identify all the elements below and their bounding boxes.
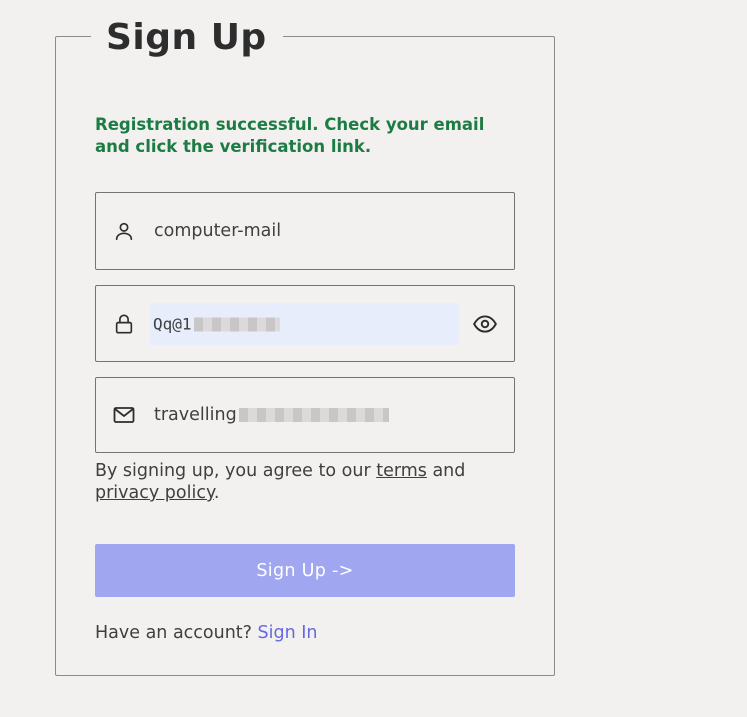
password-value: Qq@1 [153, 314, 280, 333]
email-value: travelling [154, 405, 389, 425]
sign-up-button[interactable]: Sign Up -> [95, 544, 515, 597]
password-field[interactable]: Qq@1 [95, 285, 515, 362]
redacted-blur [193, 317, 280, 332]
user-icon [112, 219, 136, 243]
lock-icon [112, 312, 136, 336]
privacy-policy-link[interactable]: privacy policy [95, 483, 214, 503]
form-title: Sign Up [91, 14, 283, 62]
username-value: computer-mail [154, 221, 282, 241]
sign-in-prompt: Have an account? Sign In [95, 623, 318, 643]
username-field[interactable]: computer-mail [95, 192, 515, 270]
mail-icon [112, 403, 136, 427]
email-field[interactable]: travelling [95, 377, 515, 453]
redacted-blur [238, 408, 389, 422]
terms-text: By signing up, you agree to our terms an… [95, 461, 466, 503]
success-message: Registration successful. Check your emai… [95, 115, 485, 156]
terms-link[interactable]: terms [376, 461, 427, 481]
sign-in-link[interactable]: Sign In [258, 623, 318, 643]
eye-icon[interactable] [472, 311, 498, 337]
